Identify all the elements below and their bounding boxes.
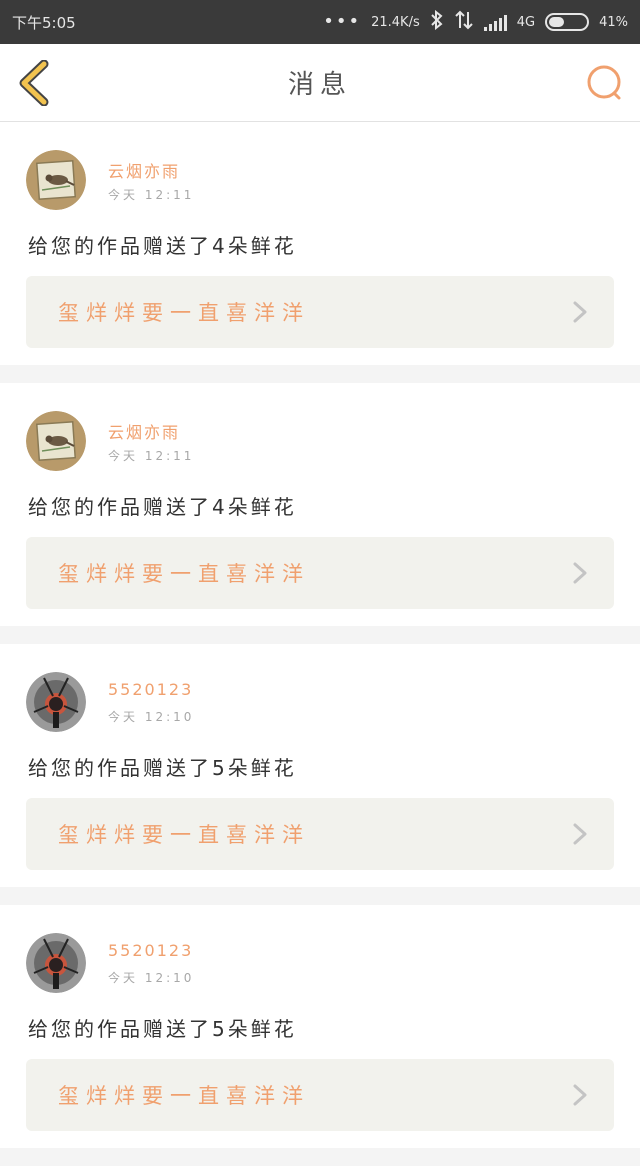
back-button[interactable] [14,60,54,106]
status-time: 下午5:05 [12,13,76,32]
message-card: 云烟亦雨 今天 12:11 给您的作品赠送了4朵鲜花 玺烊烊要一直喜洋洋 [0,122,640,365]
work-link[interactable]: 玺烊烊要一直喜洋洋 [26,276,614,348]
work-title: 玺烊烊要一直喜洋洋 [58,1084,310,1108]
timestamp: 今天 12:11 [108,449,195,463]
work-link[interactable]: 玺烊烊要一直喜洋洋 [26,537,614,609]
bird-icon [26,411,86,471]
work-title: 玺烊烊要一直喜洋洋 [58,301,310,325]
header: 消息 [0,44,640,122]
timestamp: 今天 12:10 [108,971,195,985]
message-text: 给您的作品赠送了4朵鲜花 [28,234,297,258]
message-list: 云烟亦雨 今天 12:11 给您的作品赠送了4朵鲜花 玺烊烊要一直喜洋洋 云烟亦… [0,122,640,1166]
chevron-right-icon [573,823,587,845]
battery-percent: 41% [599,14,628,30]
username[interactable]: 云烟亦雨 [108,419,180,443]
message-text: 给您的作品赠送了5朵鲜花 [28,756,297,780]
username[interactable]: 云烟亦雨 [108,158,180,182]
bird-icon [26,150,86,210]
status-left: 下午5:05 [12,12,76,33]
network-type: 4G [516,14,536,30]
avatar[interactable] [26,411,86,471]
work-title: 玺烊烊要一直喜洋洋 [58,562,310,586]
chevron-left-icon [19,60,49,106]
avatar[interactable] [26,150,86,210]
timestamp: 今天 12:10 [108,710,195,724]
message-card: 5520123 今天 12:10 给您的作品赠送了5朵鲜花 玺烊烊要一直喜洋洋 [0,644,640,887]
work-title: 玺烊烊要一直喜洋洋 [58,823,310,847]
bluetooth-icon [430,9,444,34]
message-card: 云烟亦雨 今天 12:11 给您的作品赠送了4朵鲜花 玺烊烊要一直喜洋洋 [0,383,640,626]
signal-strength-icon [483,13,507,31]
username[interactable]: 5520123 [108,680,193,699]
work-link[interactable]: 玺烊烊要一直喜洋洋 [26,1059,614,1131]
battery-fill [549,17,564,27]
data-transfer-icon [454,10,474,34]
figure-icon [26,672,86,732]
search-icon [587,65,621,100]
search-button[interactable] [584,62,626,104]
figure-icon [26,933,86,993]
status-bar: 下午5:05 ••• 21.4K/s 4G 41% [0,0,640,44]
network-speed: 21.4K/s [371,14,420,30]
chevron-right-icon [573,301,587,323]
battery-icon [545,13,590,31]
avatar[interactable] [26,672,86,732]
work-link[interactable]: 玺烊烊要一直喜洋洋 [26,798,614,870]
chevron-right-icon [573,562,587,584]
message-text: 给您的作品赠送了5朵鲜花 [28,1017,297,1041]
page-title: 消息 [287,70,352,100]
chevron-right-icon [573,1084,587,1106]
username[interactable]: 5520123 [108,941,193,960]
avatar[interactable] [26,933,86,993]
message-card: 5520123 今天 12:10 给您的作品赠送了5朵鲜花 玺烊烊要一直喜洋洋 [0,905,640,1148]
timestamp: 今天 12:11 [108,188,195,202]
notification-dots-icon: ••• [323,11,362,32]
message-text: 给您的作品赠送了4朵鲜花 [28,495,297,519]
status-right: ••• 21.4K/s 4G 41% [323,9,628,34]
